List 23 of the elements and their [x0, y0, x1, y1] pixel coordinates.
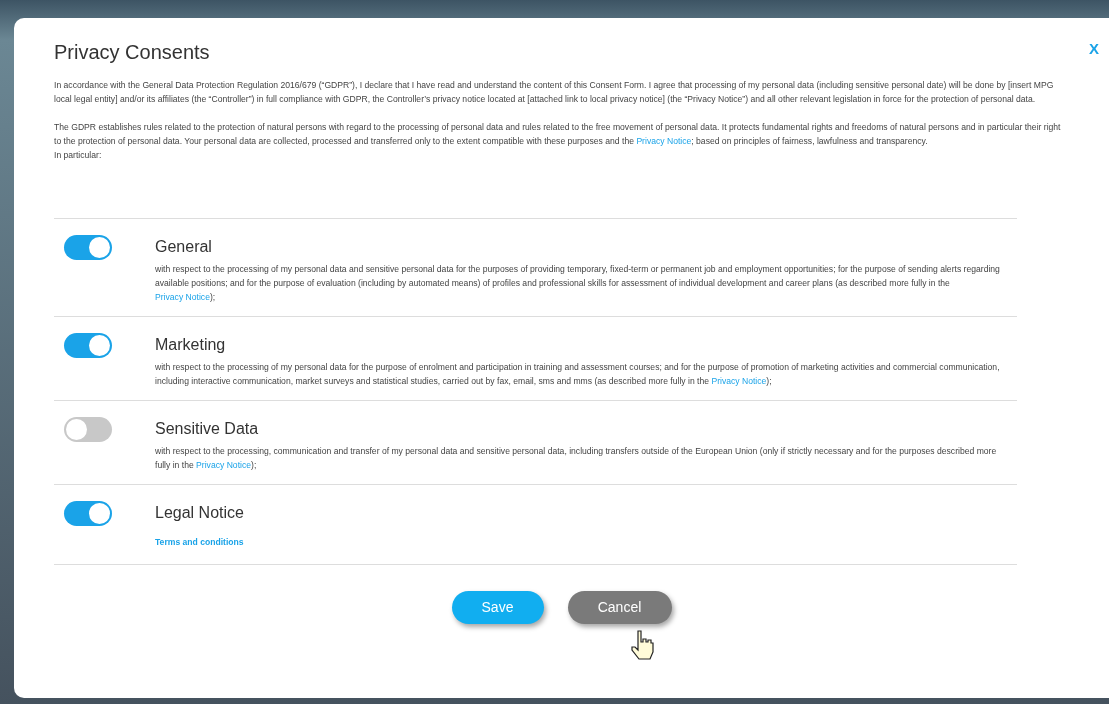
intro-text: In particular: [54, 149, 103, 162]
toggle-switch[interactable] [64, 417, 112, 442]
hand-cursor-icon [630, 630, 656, 660]
toggle-switch[interactable] [64, 333, 112, 358]
consent-title: Sensitive Data [155, 419, 260, 439]
intro-paragraph: The GDPR establishes rules related to the protection of natural persons with regard to the processing of personal data and rules related to the free movement of personal data. It protects fundamental rights and freedoms of natural persons and in particular their right to the protection of personal data. Your personal data are collected, processed and transferred only to the extent compatible with these purposes and the Privacy Notice; based on principles of fairness, lawfulness and transparency. [54, 121, 1062, 148]
cancel-button[interactable]: Cancel [567, 591, 672, 624]
save-button[interactable]: Save [451, 591, 544, 624]
toggle-switch[interactable] [64, 501, 112, 526]
close-button[interactable]: X [1089, 38, 1099, 61]
terms-link[interactable]: Terms and conditions [155, 537, 244, 547]
consent-description: with respect to the processing, communication and transfer of my personal data and sensitive personal data, including transfers outside of the European Union (only if strictly necessary and for the purposes described more fully in the Privacy Notice); [155, 445, 998, 472]
privacy-notice-link[interactable]: Privacy Notice [196, 460, 251, 470]
consent-title: Legal Notice [155, 503, 244, 523]
toggle-switch[interactable] [64, 235, 112, 260]
consent-title: Marketing [155, 335, 227, 355]
consent-description: with respect to the processing of my personal data for the purpose of enrolment and participation in training and assessment courses; and for the purpose of promotion of marketing activities and commercial communication, including interactive communication, market surveys and statistical studies, carried out by fax, email, sms and mms (as described more fully in the Privacy Notice); [155, 361, 1001, 388]
privacy-notice-link[interactable]: Privacy Notice [155, 292, 210, 302]
consent-title: General [155, 237, 213, 257]
dialog-title: Privacy Consents [54, 40, 211, 64]
privacy-notice-link[interactable]: Privacy Notice [711, 376, 767, 386]
intro-paragraph: In accordance with the General Data Protection Regulation 2016/679 (“GDPR”), I declare that I have read and understand the content of this Consent Form. I agree that processing of my personal data (including sensitive personal date) will be done by [insert MPG local legal entity] and/or its affiliates (the “Controller”) in full compliance with GDPR, the Controller’s privacy notice located at [attached link to local privacy notice] (the “Privacy Notice”) and all other relevant legislation in force for the protection of personal data. [54, 79, 1055, 106]
consent-description: with respect to the processing of my personal data and sensitive personal data for the purposes of providing temporary, fixed-term or permanent job and employment opportunities; for the purpose of sending alerts regarding available positions; and for the purpose of evaluation (including by automated means) of profiles and professional skills for assessment of individual development and career plans (as described more fully in the Privacy Notice); [155, 263, 1001, 304]
